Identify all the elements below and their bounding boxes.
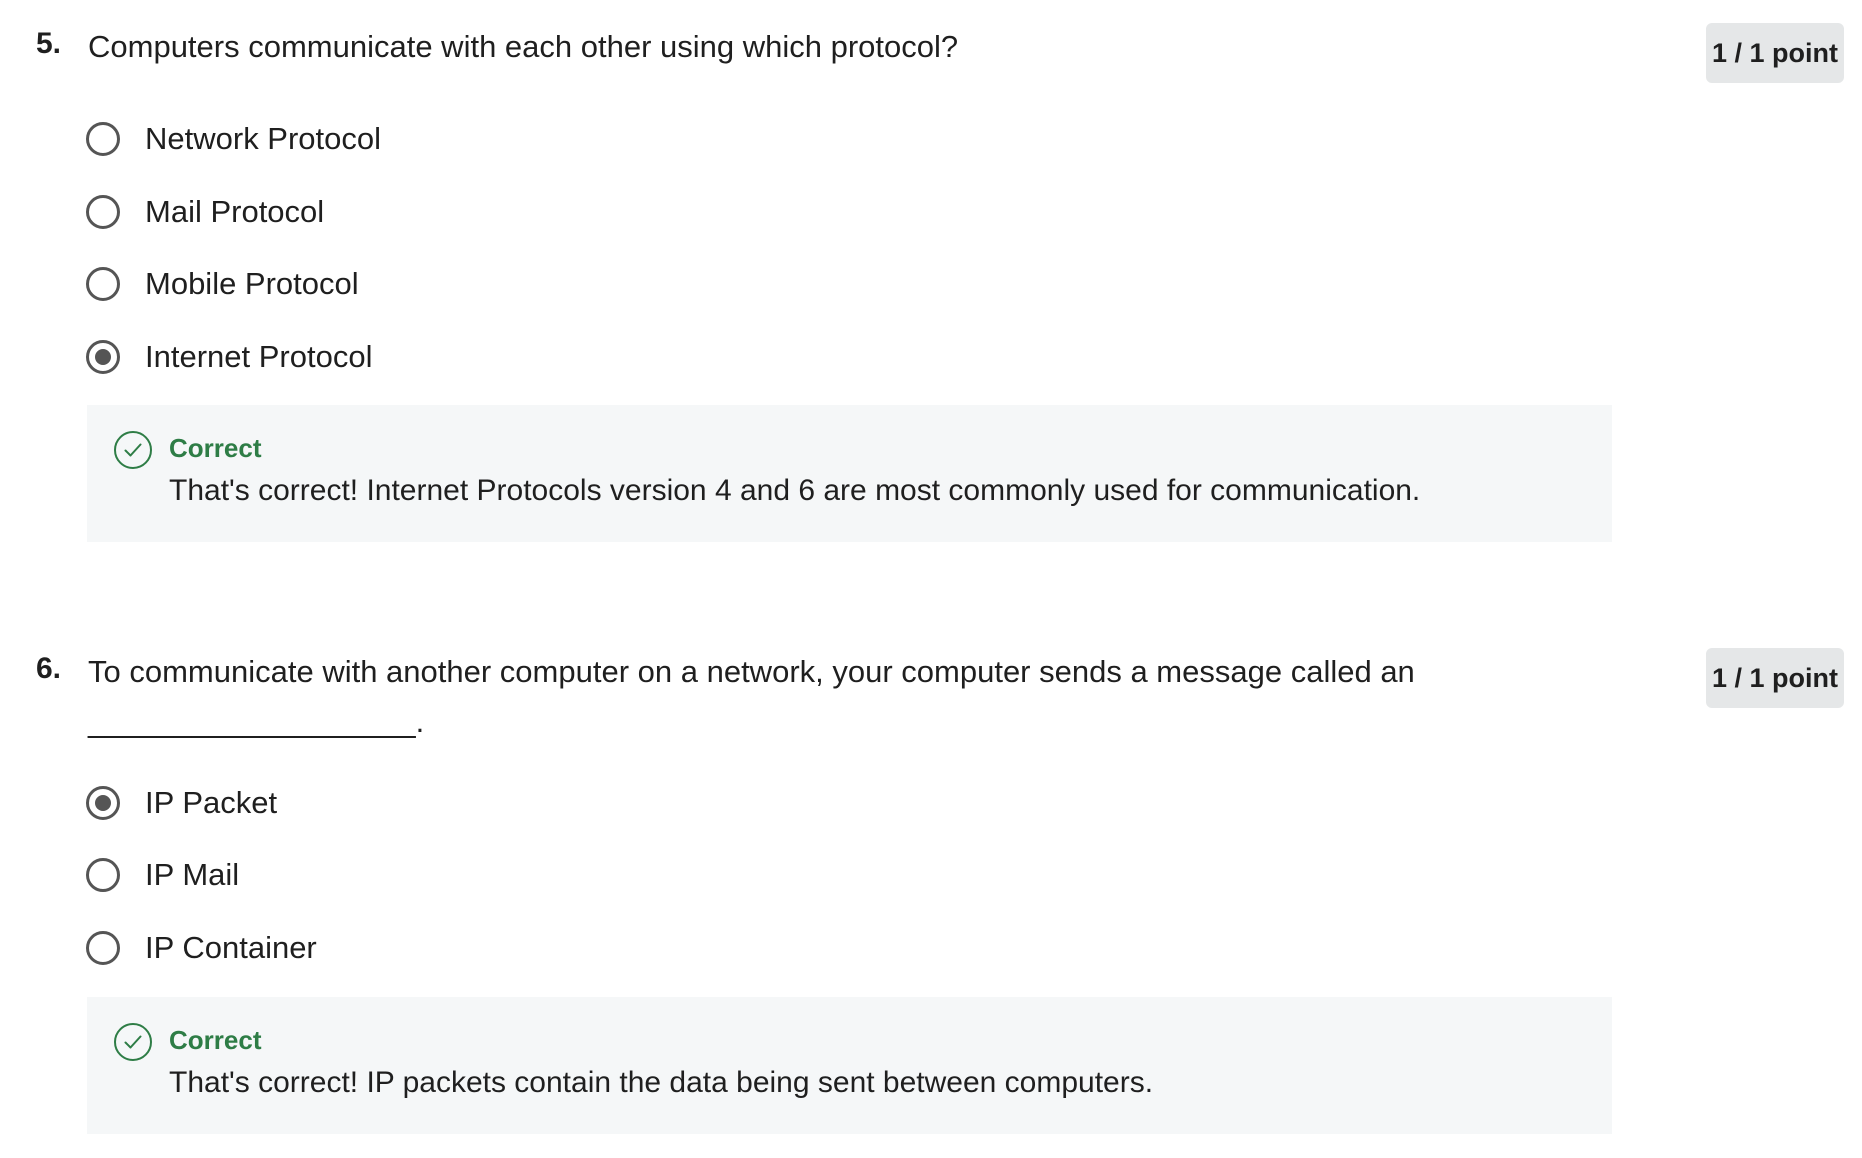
feedback-box: Correct That's correct! IP packets conta… [87, 997, 1612, 1134]
option-mail-protocol[interactable]: Mail Protocol [86, 190, 324, 234]
question-number: 5. [36, 27, 62, 60]
option-network-protocol[interactable]: Network Protocol [86, 117, 381, 161]
option-mobile-protocol[interactable]: Mobile Protocol [86, 262, 359, 306]
check-circle-icon [114, 1023, 152, 1061]
radio-button[interactable] [86, 267, 120, 301]
question-number: 6. [36, 652, 62, 685]
radio-button[interactable] [86, 195, 120, 229]
feedback-message: That's correct! IP packets contain the d… [169, 1066, 1154, 1099]
option-ip-container[interactable]: IP Container [86, 926, 317, 970]
option-label: Network Protocol [145, 121, 382, 156]
option-label: IP Mail [145, 857, 240, 892]
feedback-message: That's correct! Internet Protocols versi… [169, 474, 1421, 507]
option-label: Internet Protocol [145, 339, 373, 374]
feedback-status: Correct [169, 433, 262, 463]
option-internet-protocol[interactable]: Internet Protocol [86, 335, 372, 379]
feedback-status: Correct [169, 1025, 262, 1055]
feedback-box: Correct That's correct! Internet Protoco… [87, 405, 1612, 542]
option-label: Mail Protocol [145, 194, 325, 229]
points-badge: 1 / 1 point [1706, 23, 1844, 83]
question-text: Computers communicate with each other us… [88, 29, 959, 64]
radio-button-selected[interactable] [86, 786, 120, 820]
radio-button-selected[interactable] [86, 340, 120, 374]
radio-button[interactable] [86, 931, 120, 965]
question-text: To communicate with another computer on … [88, 654, 1415, 739]
points-badge: 1 / 1 point [1706, 648, 1844, 708]
option-label: IP Container [145, 930, 317, 965]
radio-button[interactable] [86, 122, 120, 156]
option-ip-mail[interactable]: IP Mail [86, 853, 239, 897]
radio-button[interactable] [86, 858, 120, 892]
option-ip-packet[interactable]: IP Packet [86, 781, 277, 825]
check-circle-icon [114, 431, 152, 469]
option-label: IP Packet [145, 785, 278, 820]
option-label: Mobile Protocol [145, 266, 359, 301]
